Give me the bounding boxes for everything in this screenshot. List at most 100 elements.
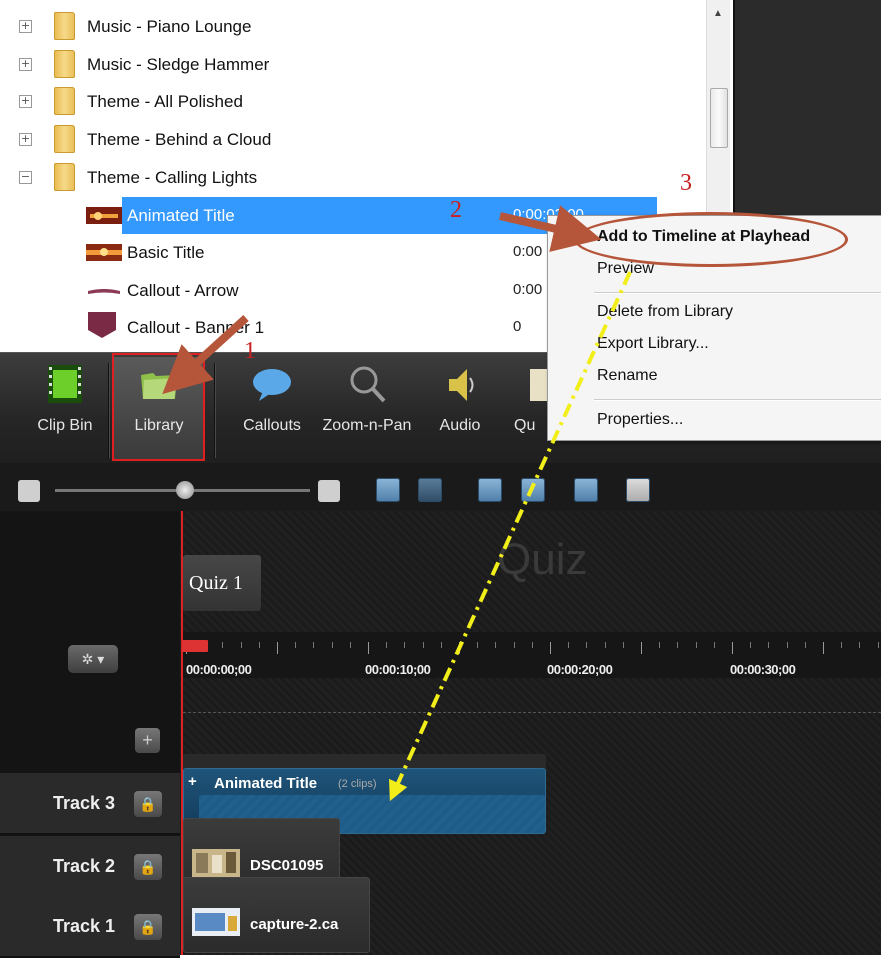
folder-icon [54,50,75,78]
callout-banner-icon [88,312,116,338]
menu-delete-from-library[interactable]: Delete from Library [597,303,733,321]
clip-title: Animated Title [214,775,318,792]
time-label: 00:00:10;00 [365,662,431,677]
copy-icon[interactable] [574,478,598,502]
step-number-1: 1 [244,338,256,364]
zoom-slider-knob[interactable] [176,481,194,499]
folder-label: Theme - Behind a Cloud [87,130,272,149]
item-label: Callout - Banner 1 [127,318,265,337]
lock-icon[interactable]: 🔒 [134,791,162,817]
playhead-line[interactable] [181,511,183,955]
lock-icon[interactable]: 🔒 [134,914,162,940]
media-clip-capture-2[interactable]: capture-2.ca [183,877,370,953]
menu-properties[interactable]: Properties... [597,411,683,429]
image-thumbnail-icon [192,849,240,877]
expand-icon[interactable]: + [19,95,32,108]
expand-group-icon[interactable]: + [188,774,202,789]
track-2: Track 2 🔒 [0,836,881,898]
ruler-tick [222,642,224,648]
toolbar-divider [108,363,110,458]
ruler-tick [368,642,369,654]
ruler-tick [440,642,442,648]
step-number-3: 3 [680,170,692,196]
ruler-tick [604,642,606,648]
ruler-tick [732,642,733,654]
time-ruler[interactable]: 00:00:00;00 00:00:10;00 00:00:20;00 00:0… [182,632,881,678]
time-label: 00:00:20;00 [547,662,613,677]
tool-zoom-n-pan[interactable]: Zoom-n-Pan [322,357,412,461]
ruler-tick [313,642,315,648]
ruler-tick [786,642,788,648]
tree-folder-music-piano-lounge[interactable]: + Music - Piano Lounge [0,8,710,45]
clip-name: DSC01095 [250,857,324,874]
magnifier-icon [350,366,386,403]
ruler-tick [713,642,715,648]
ruler-tick [477,642,479,648]
step-number-2: 2 [450,197,462,223]
folder-icon [54,87,75,115]
paste-icon[interactable] [626,478,650,502]
scroll-up-icon[interactable]: ▲ [713,8,723,19]
tree-folder-theme-behind-a-cloud[interactable]: + Theme - Behind a Cloud [0,121,710,158]
menu-rename[interactable]: Rename [597,367,657,385]
expand-icon[interactable]: + [19,20,32,33]
playhead-handle[interactable] [182,640,208,652]
zoom-out-icon[interactable] [18,480,40,502]
track-header[interactable]: Track 1 🔒 [0,896,180,958]
folder-label: Music - Sledge Hammer [87,55,270,74]
ruler-tick [495,642,497,648]
track-header[interactable]: Track 2 🔒 [0,836,180,898]
menu-separator [594,399,881,401]
scrollbar-thumb[interactable] [710,88,728,148]
ruler-tick [586,642,588,648]
ruler-tick [240,642,242,648]
folder-label: Music - Piano Lounge [87,17,252,36]
tool-callouts[interactable]: Callouts [227,357,317,461]
timeline-settings-gear-icon[interactable]: ✲ ▾ [68,645,118,673]
clip-name: capture-2.ca [250,916,339,933]
ruler-tick [258,642,260,648]
folder-label: Theme - Calling Lights [87,168,258,187]
undo-icon[interactable] [376,478,400,502]
collapse-icon[interactable]: − [19,171,32,184]
ruler-tick [386,642,388,648]
callout-arrow-icon [88,289,120,294]
track-header[interactable]: Track 3 🔒 [0,773,180,835]
split-icon[interactable] [521,478,545,502]
tree-folder-music-sledge-hammer[interactable]: + Music - Sledge Hammer [0,46,710,83]
menu-export-library[interactable]: Export Library... [597,335,709,353]
quiz-icon [530,369,547,401]
redo-icon[interactable] [418,478,442,502]
track-divider [183,712,881,713]
ruler-tick [877,642,879,648]
quiz-marker[interactable]: Quiz 1 [183,555,261,611]
folder-icon [54,12,75,40]
menu-separator [594,292,881,294]
library-highlight-box [112,353,205,461]
add-track-button[interactable]: + [135,728,160,753]
tree-folder-theme-all-polished[interactable]: + Theme - All Polished [0,83,710,120]
tool-label: Callouts [243,417,301,434]
cut-icon[interactable] [478,478,502,502]
tool-quiz[interactable]: Qu [492,357,547,461]
ruler-tick [641,642,642,654]
tool-clip-bin[interactable]: Clip Bin [20,357,110,461]
tool-label: Clip Bin [37,417,93,434]
item-duration: 0 [513,318,522,335]
ruler-tick [677,642,679,648]
item-duration: 0:00 [513,243,543,260]
zoom-in-icon[interactable] [318,480,340,502]
tree-folder-theme-calling-lights[interactable]: − Theme - Calling Lights [0,159,710,196]
ruler-tick [404,642,406,648]
expand-icon[interactable]: + [19,58,32,71]
expand-icon[interactable]: + [19,133,32,146]
folder-icon [54,125,75,153]
ruler-tick [331,642,333,648]
track-name: Track 3 [53,793,116,813]
ruler-tick [804,642,806,648]
ruler-tick [531,642,533,648]
ruler-tick [841,642,843,648]
item-label: Basic Title [127,243,205,262]
lock-icon[interactable]: 🔒 [134,854,162,880]
folder-icon [54,163,75,191]
